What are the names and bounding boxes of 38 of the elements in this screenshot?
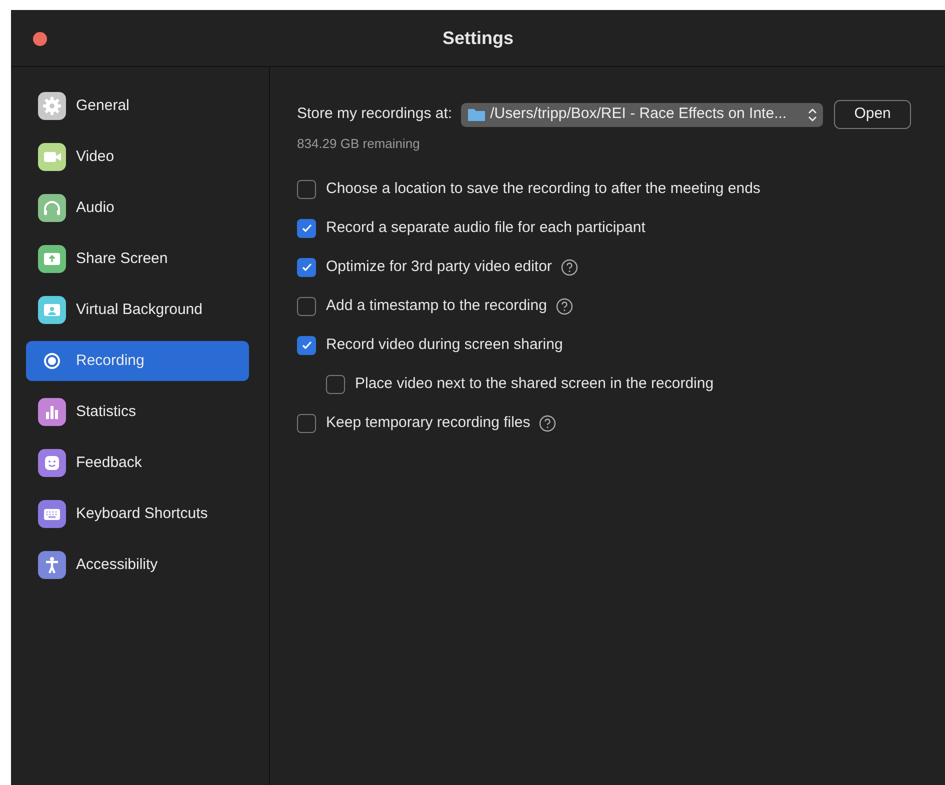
checkmark-icon (300, 222, 312, 234)
sidebar-item[interactable]: Audio (26, 188, 249, 228)
option-label: Place video next to the shared screen in the recording (355, 374, 714, 394)
open-button[interactable]: Open (834, 100, 912, 129)
option-label: Choose a location to save the recording to after the meeting ends (326, 178, 760, 199)
help-icon[interactable] (556, 298, 573, 314)
remaining-space-text: 834.29 GB remaining (297, 135, 421, 153)
option-label: Add a timestamp to the recording (326, 296, 547, 316)
checkbox[interactable] (297, 218, 316, 238)
folder-dropdown[interactable]: /Users/tripp/Box/REI - Race Effects on Inte... (461, 102, 824, 126)
sidebar-item[interactable]: Share Screen (26, 239, 249, 279)
checkbox[interactable] (297, 296, 316, 316)
sidebar-item[interactable]: Statistics (26, 392, 249, 432)
window-title: Settings (442, 26, 514, 50)
sidebar-item[interactable]: Keyboard Shortcuts (26, 494, 249, 534)
sidebar-item[interactable]: Feedback (26, 443, 249, 483)
checkmark-icon (300, 339, 312, 351)
sidebar-item[interactable]: General (26, 86, 249, 126)
sidebar-item[interactable]: Recording (26, 341, 249, 381)
chevron-updown-icon (808, 108, 818, 122)
sidebar-item[interactable]: Video (26, 137, 249, 177)
help-icon[interactable] (560, 258, 578, 276)
option-label: Record video during screen sharing (326, 334, 563, 355)
sidebar-item[interactable]: Accessibility (26, 545, 249, 585)
checkbox[interactable] (297, 180, 316, 198)
sidebar-item[interactable]: Virtual Background (26, 290, 249, 330)
folder-icon (467, 107, 486, 122)
checkbox[interactable] (297, 414, 316, 432)
checkbox[interactable] (326, 374, 345, 394)
checkbox[interactable] (297, 336, 316, 354)
close-button[interactable] (33, 32, 47, 46)
help-icon[interactable] (539, 414, 556, 432)
checkmark-icon (300, 261, 312, 273)
option-label: Keep temporary recording files (326, 412, 530, 433)
option-label: Optimize for 3rd party video editor (326, 256, 552, 277)
option-label: Record a separate audio file for each participant (326, 218, 646, 238)
storage-label: Store my recordings at: (297, 104, 452, 124)
checkbox[interactable] (297, 258, 316, 276)
